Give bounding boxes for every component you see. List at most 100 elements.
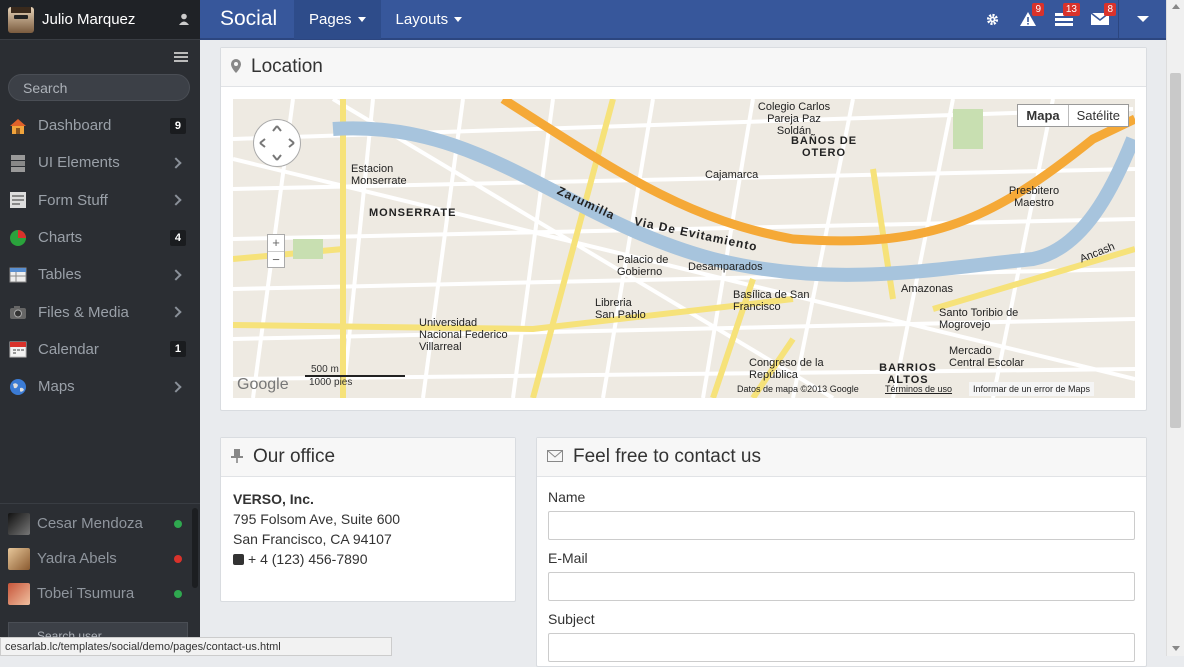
panel-title: Feel free to contact us: [573, 446, 761, 467]
scroll-up-icon[interactable]: [1172, 4, 1180, 9]
sidebar-item-ui-elements[interactable]: UI Elements: [0, 144, 200, 181]
settings-button[interactable]: [974, 0, 1010, 39]
map-label: Colegio Carlos Pareja Paz Soldán: [757, 101, 831, 137]
map-label: Congreso de la República: [749, 357, 824, 381]
nav-layouts-dropdown[interactable]: Layouts: [381, 0, 478, 39]
alerts-count-badge: 9: [1032, 3, 1044, 16]
home-icon: [8, 116, 28, 136]
map-pan-control[interactable]: [253, 119, 301, 167]
name-label: Name: [548, 489, 586, 505]
scrollbar-thumb[interactable]: [1170, 73, 1181, 428]
sidebar-item-label: UI Elements: [38, 154, 120, 172]
online-status-dot: [174, 519, 182, 528]
phone-row: + 4 (123) 456-7890: [233, 549, 503, 569]
messages-count-badge: 8: [1104, 3, 1116, 16]
server-icon: [8, 153, 28, 173]
map-type-map-button[interactable]: Mapa: [1018, 105, 1069, 126]
tasks-button[interactable]: 13: [1046, 0, 1082, 39]
sidebar-item-maps[interactable]: Maps: [0, 368, 200, 405]
panel-header: Our office: [221, 438, 515, 477]
address-line-1: 795 Folsom Ave, Suite 600: [233, 511, 401, 527]
zoom-out-button[interactable]: −: [268, 251, 284, 268]
map-zoom-control: + −: [267, 234, 285, 268]
phone-number[interactable]: + 4 (123) 456-7890: [248, 551, 367, 567]
map-type-satellite-button[interactable]: Satélite: [1069, 105, 1128, 126]
brand-logo[interactable]: Social: [200, 7, 294, 31]
browser-status-bar: cesarlab.lc/templates/social/demo/pages/…: [0, 637, 392, 656]
nav-label: Layouts: [395, 10, 449, 28]
map-scale: 500 m 1000 pies: [305, 364, 415, 394]
chevron-right-icon: [170, 269, 182, 281]
contact-item[interactable]: Cesar Mendoza: [0, 506, 200, 541]
user-name[interactable]: Julio Marquez: [42, 11, 178, 28]
chevron-right-icon: [170, 306, 182, 318]
map-label: Cajamarca: [705, 169, 759, 181]
main-scrollbar[interactable]: [1166, 0, 1184, 656]
count-badge: 4: [169, 229, 186, 246]
caret-down-icon: [454, 16, 463, 22]
user-icon[interactable]: [178, 13, 192, 27]
report-error-link[interactable]: Informar de un error de Maps: [969, 382, 1095, 396]
nav-label: Pages: [309, 10, 352, 28]
contact-name: Tobei Tsumura: [37, 585, 135, 602]
hamburger-icon[interactable]: [174, 52, 188, 62]
pan-arrows-icon: [259, 125, 295, 161]
address-line-2: San Francisco, CA 94107: [233, 531, 392, 547]
map-label: Presbitero Maestro: [1008, 185, 1060, 209]
calendar-icon: [8, 339, 28, 359]
sidebar: Julio Marquez Dashboard 9 UI Elements Fo…: [0, 0, 200, 656]
sidebar-item-label: Dashboard: [38, 117, 112, 135]
contact-name: Yadra Abels: [37, 550, 117, 567]
panel-title: Location: [251, 56, 323, 77]
sidebar-item-files-media[interactable]: Files & Media: [0, 293, 200, 330]
messages-button[interactable]: 8: [1082, 0, 1118, 39]
sidebar-item-label: Maps: [38, 378, 75, 396]
alerts-button[interactable]: 9: [1010, 0, 1046, 39]
gear-icon: [986, 13, 998, 25]
panel-header: Location: [221, 48, 1146, 87]
contact-form-panel: Feel free to contact us Name E-Mail Subj…: [536, 437, 1147, 667]
map-label: BARRIOS ALTOS: [879, 362, 937, 386]
chevron-right-icon: [170, 157, 182, 169]
pie-chart-icon: [8, 228, 28, 248]
avatar: [8, 512, 30, 535]
sidebar-item-dashboard[interactable]: Dashboard 9: [0, 107, 200, 144]
contact-item[interactable]: Yadra Abels: [0, 541, 200, 576]
sidebar-item-form-stuff[interactable]: Form Stuff: [0, 182, 200, 219]
camera-icon: [8, 302, 28, 322]
terms-link[interactable]: Términos de uso: [885, 384, 952, 394]
avatar[interactable]: [8, 6, 34, 33]
avatar: [8, 582, 30, 605]
scroll-down-icon[interactable]: [1172, 646, 1180, 651]
map-label: Desamparados: [688, 261, 763, 273]
map-label: Libreria San Pablo: [595, 297, 646, 321]
map-label: Basílica de San Francisco: [733, 289, 810, 313]
zoom-in-button[interactable]: +: [268, 235, 284, 251]
sidebar-scrollbar[interactable]: [192, 508, 198, 588]
contact-item[interactable]: Tobei Tsumura: [0, 576, 200, 611]
map-label: Amazonas: [901, 283, 953, 295]
sidebar-item-label: Form Stuff: [38, 191, 108, 209]
google-map[interactable]: MONSERRATE Estacion Monserrate Zarumilla…: [233, 99, 1135, 398]
email-field[interactable]: [548, 572, 1135, 601]
office-address: VERSO, Inc. 795 Folsom Ave, Suite 600 Sa…: [221, 477, 515, 581]
menu-toggle[interactable]: [0, 40, 200, 74]
map-data-attribution: Datos de mapa ©2013 Google: [737, 384, 859, 394]
nav-pages-dropdown[interactable]: Pages: [294, 0, 381, 39]
caret-down-icon: [357, 16, 366, 22]
sidebar-item-calendar[interactable]: Calendar 1: [0, 331, 200, 368]
sidebar-item-charts[interactable]: Charts 4: [0, 219, 200, 256]
sidebar-item-tables[interactable]: Tables: [0, 256, 200, 293]
subject-field[interactable]: [548, 633, 1135, 662]
count-badge: 1: [169, 341, 186, 358]
company-name: VERSO, Inc.: [233, 491, 314, 507]
map-label: Santo Toribio de Mogrovejo: [939, 307, 1019, 331]
google-logo[interactable]: Google: [237, 376, 289, 394]
pushpin-icon: [231, 448, 243, 466]
user-menu-toggle[interactable]: [1118, 0, 1166, 39]
count-badge: 9: [169, 117, 186, 134]
scale-meters: 500 m: [311, 364, 339, 375]
table-icon: [8, 265, 28, 285]
search-input[interactable]: [8, 74, 190, 101]
name-field[interactable]: [548, 511, 1135, 540]
